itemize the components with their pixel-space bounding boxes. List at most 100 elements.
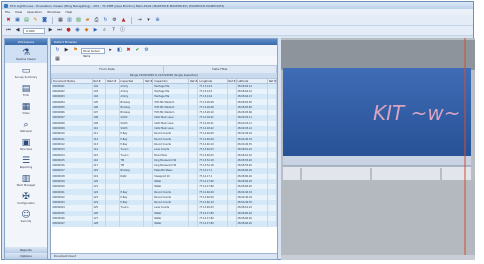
pencil-icon[interactable]: ✎ — [32, 17, 39, 24]
table-cell — [227, 221, 237, 227]
menu-help[interactable]: Help — [66, 10, 73, 14]
sort-combo[interactable]: Show Sorted Items — [81, 47, 105, 58]
first-icon[interactable]: ⏮ — [5, 27, 12, 34]
export-icon[interactable]: ◧ — [116, 47, 123, 54]
navigation-toolbar: ⏮ ◀ 0.000 ▶ ⏭ ● ◉ ◆ ▶ ⌕ ? ⓘ — [2, 26, 473, 36]
search-icon[interactable]: ⌕ — [101, 27, 108, 34]
sidebar-item-label: Folio — [22, 93, 29, 97]
table-cell: 00000027 — [51, 221, 93, 227]
pipe-bottom — [281, 180, 475, 255]
sidebar-item-pipeline-viewer[interactable]: ⚗ Pipeline Viewer — [5, 45, 47, 63]
table-cell — [188, 221, 199, 227]
export-icon[interactable]: ⇥ — [136, 17, 143, 24]
filter-icon[interactable]: ⚑ — [72, 47, 79, 54]
menu-operation[interactable]: Operation — [27, 10, 42, 14]
table-cell: Water — [152, 221, 190, 227]
play-icon[interactable]: ▶ — [63, 47, 70, 54]
camera-icon[interactable]: ◙ — [41, 17, 48, 24]
table-row[interactable]: 00000027 128 Water 77.12.17.80 28.08.60.20 — [51, 221, 277, 227]
table-cell — [143, 221, 154, 227]
video-status-bar — [281, 255, 475, 260]
sidebar-options-button[interactable]: Options — [5, 253, 47, 259]
table-cell — [105, 221, 120, 227]
record-icon[interactable]: ● — [65, 27, 72, 34]
zoom-icon[interactable]: ⊕ — [154, 17, 161, 24]
apply-icon[interactable]: ✔ — [134, 47, 141, 54]
monitor-icon: ▭ — [21, 65, 31, 76]
menu-file[interactable]: File — [5, 10, 10, 14]
table-body: 00000001 102 Ammy Heritage Pte 77.13.14.5 28.… — [51, 83, 277, 227]
grid-view-icon[interactable]: ▦ — [54, 56, 61, 63]
menu-view[interactable]: View — [15, 10, 22, 14]
filter-from-date[interactable]: From Date — [51, 66, 164, 73]
sidebar-item-label: Structure — [19, 147, 33, 151]
previous-icon[interactable]: ◀ — [14, 27, 21, 34]
graffiti-marking: KIT ~w~ — [373, 101, 460, 125]
sidebar-item-folio[interactable]: ▤ Folio — [5, 81, 47, 99]
table-cell: 77.12.17.80 — [197, 221, 228, 227]
next-icon[interactable]: ▸ — [107, 47, 114, 54]
folder-icon[interactable]: ▰ — [84, 17, 91, 24]
panel-toolbar: ↻ ▶ ⚑ Show Sorted Items ▸ ◧ ✖ ✔ ⚙ — [51, 45, 277, 58]
open-icon[interactable]: ▤ — [23, 17, 30, 24]
table-cell — [267, 221, 277, 227]
sidebar-item-label: Reporting — [19, 165, 33, 169]
flask-icon: ⚗ — [21, 47, 31, 58]
alert-icon[interactable]: ▲ — [120, 17, 127, 24]
window-title: PCS Lighthouse - Evaluation Viewer (Blog… — [10, 3, 225, 8]
user-icon: ☺ — [21, 209, 31, 220]
sidebar-item-label: Pipeline Viewer — [16, 57, 36, 61]
marker-icon[interactable]: ◆ — [83, 27, 90, 34]
sidebar-item-work-manager[interactable]: ▥ Work Manager — [5, 171, 47, 189]
sidebar-item-survey-summary[interactable]: ▭ Survey Summary — [5, 63, 47, 81]
wrench-icon: ✠ — [22, 191, 30, 202]
last-icon[interactable]: ⏭ — [56, 27, 63, 34]
pipe-top-shadow — [281, 40, 475, 70]
info-icon[interactable]: ⓘ — [119, 27, 126, 34]
dropdown-icon[interactable]: ▾ — [145, 17, 152, 24]
settings-icon[interactable]: ⚙ — [111, 17, 118, 24]
zoom-field[interactable]: 0.000 — [23, 27, 45, 34]
video-icon[interactable]: ▶ — [92, 27, 99, 34]
sidebar-item-video[interactable]: ▦ Video — [5, 99, 47, 117]
video-viewer[interactable]: KIT ~w~ — [281, 38, 475, 260]
menu-windows[interactable]: Windows — [47, 10, 60, 14]
refresh-icon[interactable]: ↻ — [102, 17, 109, 24]
refresh-icon[interactable]: ↻ — [54, 47, 61, 54]
pipe-floor-band — [283, 166, 471, 180]
grid-icon[interactable]: ▦ — [57, 17, 64, 24]
title-bar: PCS Lighthouse - Evaluation Viewer (Blog… — [2, 2, 473, 9]
table-icon[interactable]: ▥ — [66, 17, 73, 24]
print-icon[interactable]: ⎙ — [93, 17, 100, 24]
sidebar-item-label: Video — [22, 111, 30, 115]
film-icon: ▦ — [21, 101, 31, 112]
app-icon — [4, 3, 8, 8]
application-window: PCS Lighthouse - Evaluation Viewer (Blog… — [1, 1, 475, 260]
delete-icon[interactable]: ✖ — [125, 47, 132, 54]
sidebar-item-security[interactable]: ☺ Security — [5, 207, 47, 225]
search-icon: ⌕ — [23, 119, 29, 130]
toolbar-separator — [52, 16, 53, 24]
workspace-sidebar: Workspace ⚗ Pipeline Viewer ▭ Survey Sum… — [4, 38, 48, 260]
defect-table: Document Name Ref # Start # Inspected Ref # I… — [51, 78, 277, 227]
save-icon[interactable]: ▣ — [14, 17, 21, 24]
config-icon[interactable]: ⚙ — [143, 47, 150, 54]
defect-browser-panel: Defect Browser ↻ ▶ ⚑ Show Sorted Items ▸… — [50, 38, 278, 260]
table-cell — [119, 221, 145, 227]
close-icon[interactable]: ✖ — [5, 17, 12, 24]
sidebar-item-reporting[interactable]: ☰ Reporting — [5, 153, 47, 171]
sidebar-item-retrieval[interactable]: ⌕ Retrieval — [5, 117, 47, 135]
sidebar-item-label: Configuration — [17, 201, 35, 205]
date-filter-bar: From Date Date Filter — [51, 65, 277, 73]
help-icon[interactable]: ? — [110, 27, 117, 34]
sidebar-item-structure[interactable]: ▣ Structure — [5, 135, 47, 153]
filter-date-type[interactable]: Date Filter — [164, 66, 277, 73]
toolbar-separator — [131, 16, 132, 24]
sidebar-item-configuration[interactable]: ✠ Configuration — [5, 189, 47, 207]
next-icon[interactable]: ▶ — [47, 27, 54, 34]
sidebar-item-label: Survey Summary — [14, 75, 38, 79]
list-icon: ☰ — [21, 155, 31, 166]
snapshot-icon[interactable]: ◉ — [74, 27, 81, 34]
tray-icon: ▥ — [21, 173, 31, 184]
chart-icon[interactable]: ▧ — [75, 17, 82, 24]
